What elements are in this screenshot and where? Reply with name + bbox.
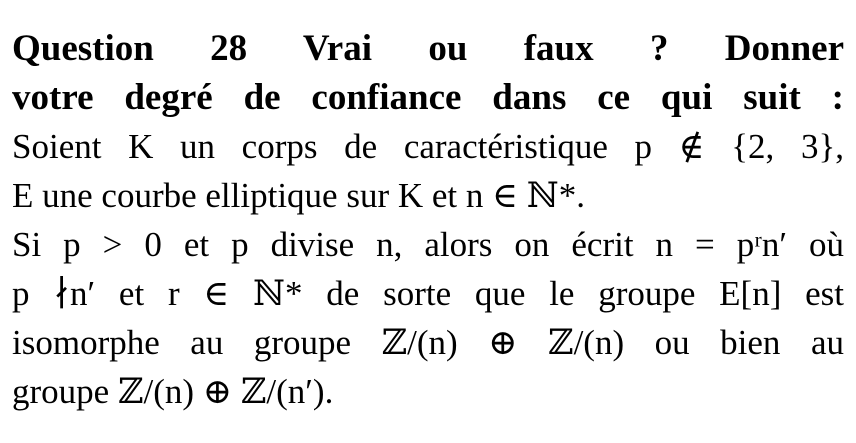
question-heading-line-2: votre degré de confiance dans ce qui sui…: [12, 77, 844, 118]
statement-line-4: p ∤n′ et r ∈ ℕ* de sorte que le groupe E…: [12, 274, 844, 313]
statement-line-6: groupe ℤ/(n) ⊕ ℤ/(n′).: [12, 372, 334, 411]
question-document: Question 28 Vrai ou faux ? Donner votre …: [12, 24, 844, 416]
statement-line-5: isomorphe au groupe ℤ/(n) ⊕ ℤ/(n) ou bie…: [12, 323, 844, 362]
statement-line-2: E une courbe elliptique sur K et n ∈ ℕ*.: [12, 176, 586, 215]
statement-line-1: Soient K un corps de caractéristique p ∉…: [12, 127, 844, 166]
question-heading-line-1: Question 28 Vrai ou faux ? Donner: [12, 28, 844, 69]
statement-line-3: Si p > 0 et p divise n, alors on écrit n…: [12, 225, 844, 264]
